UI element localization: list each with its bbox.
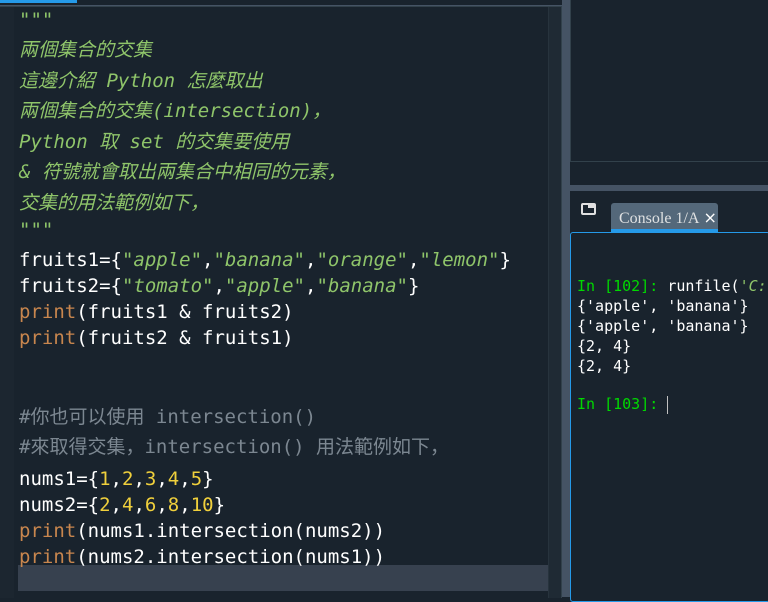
code-token: "apple" xyxy=(121,249,203,271)
code-token: 10 xyxy=(190,494,214,516)
console-command-arg: 'C: xyxy=(739,277,767,295)
code-token: fruits2={ xyxy=(19,275,122,297)
active-editor-tab-indicator[interactable] xyxy=(0,0,77,3)
code-token: (nums2.intersection(nums1)) xyxy=(76,546,386,568)
console-prompt: In [103]: xyxy=(577,395,668,413)
code-line: Python 取 set 的交集要使用 xyxy=(19,130,289,154)
code-line: """ xyxy=(19,218,53,242)
code-token: Python 取 set 的交集要使用 xyxy=(19,131,290,153)
code-token: "banana" xyxy=(316,275,408,297)
code-token: print xyxy=(19,520,77,542)
code-token: } xyxy=(213,494,226,516)
top-right-pane xyxy=(570,0,768,162)
editor-scrollbar[interactable] xyxy=(548,7,561,598)
code-token: 4 xyxy=(121,494,134,516)
code-token: (fruits2 & fruits1) xyxy=(76,327,294,349)
code-token: 6 xyxy=(144,494,157,516)
vertical-splitter[interactable] xyxy=(562,0,570,597)
code-token: """ xyxy=(19,9,54,31)
code-line: #來取得交集，intersection() 用法範例如下， xyxy=(19,435,449,459)
code-token: #你也可以使用 intersection() xyxy=(19,406,317,428)
code-line: nums2={2,4,6,8,10} xyxy=(19,493,225,517)
code-line: """ xyxy=(19,8,53,32)
code-token: , xyxy=(202,249,214,271)
code-token: "orange" xyxy=(316,249,408,271)
code-token: 交集的用法範例如下， xyxy=(19,192,210,214)
console-prompt: In [102]: xyxy=(577,277,668,295)
code-token: , xyxy=(305,275,317,297)
code-token: "apple" xyxy=(224,275,305,297)
code-token: , xyxy=(305,249,317,271)
code-token: } xyxy=(499,249,511,271)
code-line: fruits1={"apple","banana","orange","lemo… xyxy=(19,248,511,272)
code-token: 4 xyxy=(167,468,180,490)
console-output: {2, 4} xyxy=(577,337,632,355)
code-line: & 符號就會取出兩集合中相同的元素， xyxy=(19,160,346,184)
tab-console[interactable]: Console 1/A × xyxy=(611,203,718,232)
code-token: "banana" xyxy=(213,249,305,271)
console-input-line: In [102]: runfile('C: xyxy=(577,276,767,296)
code-token: 1 xyxy=(99,468,111,490)
code-token: #來取得交集，intersection() 用法範例如下， xyxy=(19,436,450,458)
console-input-line[interactable]: In [103]: xyxy=(577,394,669,414)
code-token: print xyxy=(19,327,77,349)
code-token: 這邊介紹 Python 怎麼取出 xyxy=(19,70,263,92)
code-token: 3 xyxy=(144,468,157,490)
code-token: , xyxy=(156,494,168,516)
editor-gutter xyxy=(0,7,14,598)
code-line: fruits2={"tomato","apple","banana"} xyxy=(19,274,419,298)
code-line: print(nums1.intersection(nums2)) xyxy=(19,519,385,543)
code-token: "tomato" xyxy=(121,275,214,297)
code-token: 8 xyxy=(167,494,180,516)
code-line: print(fruits1 & fruits2) xyxy=(19,300,294,324)
code-token: (nums1.intersection(nums2)) xyxy=(76,520,386,542)
console-output: {'apple', 'banana'} xyxy=(577,297,749,315)
console-output: {2, 4} xyxy=(577,357,632,375)
code-line: 交集的用法範例如下， xyxy=(19,191,209,215)
code-line: print(nums2.intersection(nums1)) xyxy=(19,545,385,569)
code-token: , xyxy=(407,249,420,271)
console-command: runfile( xyxy=(667,277,740,295)
code-line: print(fruits2 & fruits1) xyxy=(19,326,294,350)
code-token: 2 xyxy=(99,494,111,516)
console-output: {'apple', 'banana'} xyxy=(577,317,749,335)
code-token: (fruits1 & fruits2) xyxy=(76,301,294,323)
browse-tabs-icon[interactable] xyxy=(581,203,596,215)
code-token: } xyxy=(202,468,214,490)
code-line: nums1={1,2,3,4,5} xyxy=(19,467,214,491)
code-token: print xyxy=(19,546,77,568)
code-token: , xyxy=(110,494,122,516)
code-token: nums2={ xyxy=(19,494,100,516)
code-line: 兩個集合的交集 xyxy=(19,38,152,62)
code-token: """ xyxy=(19,219,54,241)
code-token: } xyxy=(407,275,420,297)
code-line: #你也可以使用 intersection() xyxy=(19,405,316,429)
code-token: 2 xyxy=(121,468,134,490)
code-token: print xyxy=(19,301,77,323)
code-token: nums1={ xyxy=(19,468,100,490)
code-token: , xyxy=(133,494,145,516)
code-token: , xyxy=(133,468,145,490)
code-token: & 符號就會取出兩集合中相同的元素， xyxy=(19,161,346,183)
code-token: 兩個集合的交集(intersection)， xyxy=(19,100,332,122)
code-token: 5 xyxy=(190,468,203,490)
code-token: , xyxy=(156,468,168,490)
code-token: , xyxy=(179,494,191,516)
text-cursor xyxy=(667,395,669,414)
code-token: , xyxy=(179,468,191,490)
code-line: 兩個集合的交集(intersection)， xyxy=(19,99,331,123)
code-token: fruits1={ xyxy=(19,249,122,271)
code-token: , xyxy=(110,468,122,490)
code-token: 兩個集合的交集 xyxy=(19,39,153,61)
close-icon[interactable]: × xyxy=(703,208,716,227)
tab-console-label: Console 1/A xyxy=(619,210,700,227)
code-token: "lemon" xyxy=(419,249,500,271)
code-line: 這邊介紹 Python 怎麼取出 xyxy=(19,69,263,93)
code-token: , xyxy=(213,275,225,297)
